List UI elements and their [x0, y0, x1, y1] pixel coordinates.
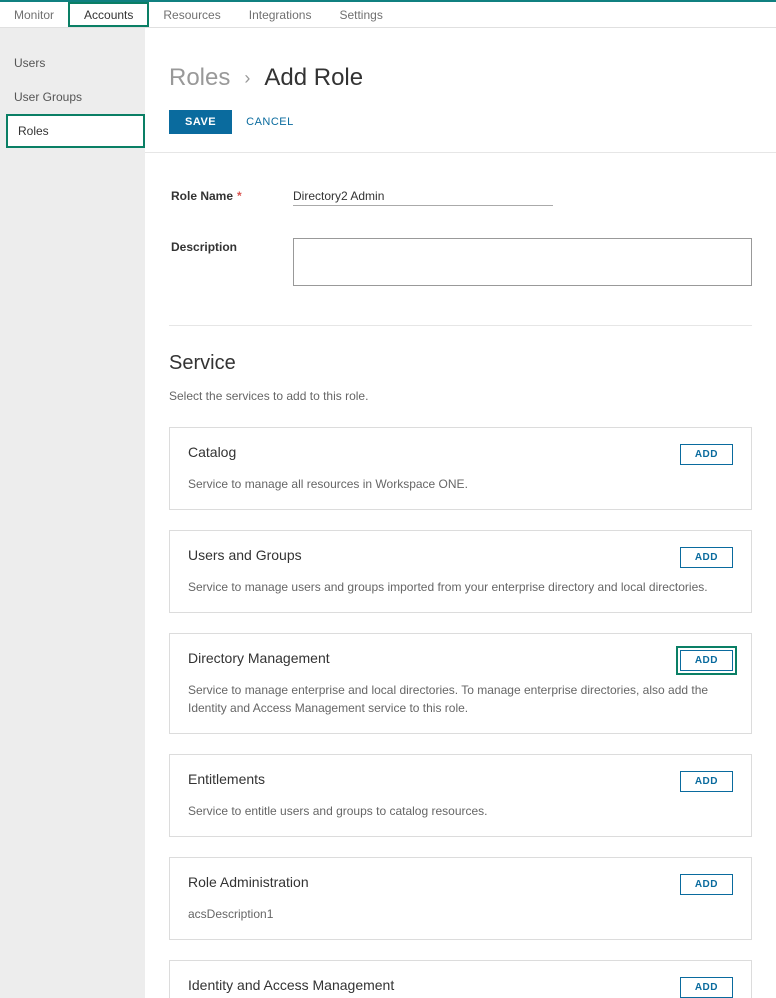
service-card: Catalog ADD Service to manage all resource… — [169, 427, 752, 510]
form: Role Name* Description — [169, 153, 752, 311]
sidebar-item-roles[interactable]: Roles — [6, 114, 145, 148]
section-title-service: Service — [169, 352, 752, 375]
sidebar-item-users[interactable]: Users — [0, 46, 145, 80]
service-card: Entitlements ADD Service to entitle users … — [169, 754, 752, 837]
service-card: Users and Groups ADD Service to manage use… — [169, 530, 752, 613]
service-desc: acsDescription1 — [188, 905, 733, 923]
sidebar: Users User Groups Roles — [0, 28, 145, 998]
service-desc: Service to manage all resources in Works… — [188, 475, 733, 493]
add-button[interactable]: ADD — [680, 977, 733, 998]
service-card: Directory Management ADD Service to manage… — [169, 633, 752, 734]
add-button[interactable]: ADD — [680, 547, 733, 568]
save-button[interactable]: SAVE — [169, 110, 232, 134]
chevron-right-icon: › — [244, 68, 250, 89]
description-label: Description — [169, 238, 293, 291]
add-button[interactable]: ADD — [680, 771, 733, 792]
cancel-button[interactable]: CANCEL — [246, 116, 294, 128]
service-title: Identity and Access Management — [188, 977, 394, 993]
add-button[interactable]: ADD — [680, 874, 733, 895]
sidebar-item-user-groups[interactable]: User Groups — [0, 80, 145, 114]
service-title: Catalog — [188, 444, 236, 460]
service-card: Identity and Access ManagementADDService… — [169, 960, 752, 998]
add-button[interactable]: ADD — [680, 650, 733, 671]
nav-tab-monitor[interactable]: Monitor — [10, 2, 68, 27]
top-nav: Monitor Accounts Resources Integrations … — [0, 0, 776, 28]
section-subtitle: Select the services to add to this role. — [169, 389, 752, 403]
nav-tab-resources[interactable]: Resources — [149, 2, 234, 27]
main-content: Roles › Add Role SAVE CANCEL Role Name* … — [145, 28, 776, 998]
service-list: Catalog ADD Service to manage all resource… — [169, 427, 752, 998]
service-desc: Service to manage enterprise and local d… — [188, 681, 733, 717]
description-input[interactable] — [293, 238, 752, 286]
service-desc: Service to manage users and groups impor… — [188, 578, 733, 596]
page-title: Add Role — [264, 64, 363, 92]
divider — [169, 325, 752, 326]
service-title: Entitlements — [188, 771, 265, 787]
service-desc: Service to entitle users and groups to c… — [188, 802, 733, 820]
service-title: Users and Groups — [188, 547, 302, 563]
nav-tab-integrations[interactable]: Integrations — [235, 2, 326, 27]
service-title: Directory Management — [188, 650, 330, 666]
nav-tab-accounts[interactable]: Accounts — [68, 2, 149, 27]
role-name-label: Role Name* — [169, 187, 293, 206]
service-title: Role Administration — [188, 874, 309, 890]
add-button[interactable]: ADD — [680, 444, 733, 465]
action-bar: SAVE CANCEL — [169, 110, 752, 134]
nav-tab-settings[interactable]: Settings — [325, 2, 396, 27]
service-card: Role Administration ADD acsDescription1 — [169, 857, 752, 940]
breadcrumb-root[interactable]: Roles — [169, 64, 230, 92]
breadcrumb: Roles › Add Role — [169, 64, 752, 92]
role-name-input[interactable] — [293, 187, 553, 206]
